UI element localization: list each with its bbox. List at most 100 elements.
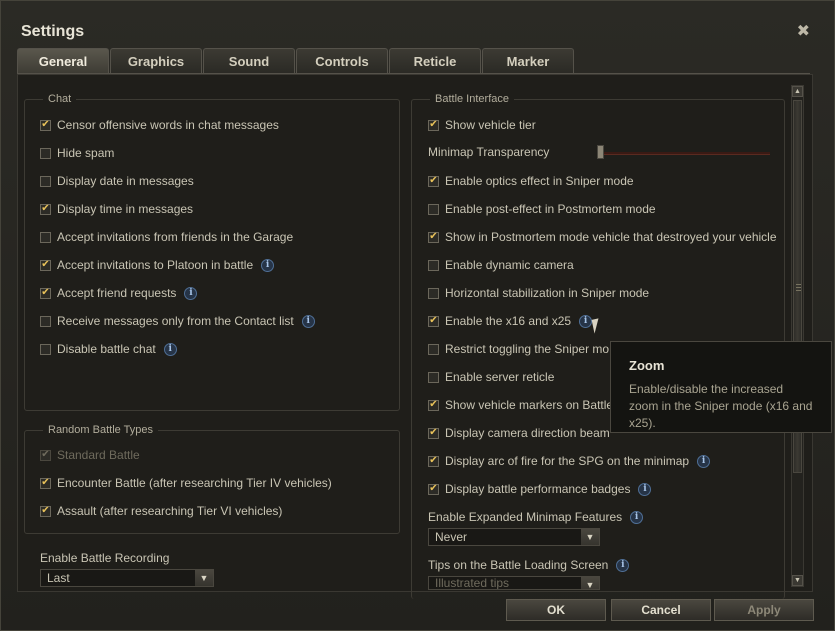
chat-option-disable-battle-chat[interactable]: Disable battle chat i bbox=[40, 341, 177, 357]
checkbox[interactable]: ✔ bbox=[428, 399, 439, 411]
checkbox[interactable] bbox=[40, 147, 51, 159]
bi-show-tier[interactable]: ✔ Show vehicle tier bbox=[428, 117, 536, 133]
info-icon[interactable]: i bbox=[579, 314, 593, 328]
chat-option-contact-only[interactable]: Receive messages only from the Contact l… bbox=[40, 313, 315, 329]
bi-optics-effect[interactable]: ✔ Enable optics effect in Sniper mode bbox=[428, 173, 634, 189]
option-label: Censor offensive words in chat messages bbox=[57, 118, 279, 132]
option-label: Display battle performance badges bbox=[445, 482, 631, 496]
option-label: Accept invitations to Platoon in battle bbox=[57, 258, 254, 272]
checkbox[interactable]: ✔ bbox=[428, 483, 439, 495]
recording-label: Enable Battle Recording bbox=[40, 551, 170, 565]
option-label: Accept invitations from friends in the G… bbox=[57, 230, 294, 244]
option-label: Enable server reticle bbox=[445, 370, 555, 384]
bi-restrict-sniper[interactable]: Restrict toggling the Sniper mo bbox=[428, 341, 609, 357]
info-icon[interactable]: i bbox=[638, 482, 652, 496]
slider-thumb[interactable] bbox=[597, 145, 604, 159]
checkbox[interactable] bbox=[428, 259, 439, 271]
option-label: Tips on the Battle Loading Screen bbox=[428, 558, 609, 572]
bi-dynamic-camera[interactable]: Enable dynamic camera bbox=[428, 257, 574, 273]
checkbox[interactable]: ✔ bbox=[428, 119, 439, 131]
checkbox[interactable]: ✔ bbox=[40, 477, 51, 489]
chat-option-date[interactable]: Display date in messages bbox=[40, 173, 194, 189]
chat-option-hide-spam[interactable]: Hide spam bbox=[40, 145, 114, 161]
checkbox[interactable] bbox=[40, 315, 51, 327]
recording-dropdown[interactable]: Last ▼ bbox=[40, 569, 214, 587]
bi-post-effect[interactable]: Enable post-effect in Postmortem mode bbox=[428, 201, 656, 217]
info-icon[interactable]: i bbox=[630, 510, 644, 524]
battle-type-encounter[interactable]: ✔ Encounter Battle (after researching Tie… bbox=[40, 475, 332, 491]
bi-show-killer[interactable]: ✔ Show in Postmortem mode vehicle that de… bbox=[428, 229, 777, 245]
bi-server-reticle[interactable]: Enable server reticle bbox=[428, 369, 554, 385]
checkbox: ✔ bbox=[40, 449, 51, 461]
checkbox[interactable] bbox=[428, 203, 439, 215]
chat-option-censor[interactable]: ✔ Censor offensive words in chat messages bbox=[40, 117, 279, 133]
tab-marker[interactable]: Marker bbox=[482, 48, 574, 73]
bi-camera-beam[interactable]: ✔ Display camera direction beam bbox=[428, 425, 610, 441]
battle-type-assault[interactable]: ✔ Assault (after researching Tier VI vehi… bbox=[40, 503, 282, 519]
option-label: Display camera direction beam bbox=[445, 426, 610, 440]
checkbox[interactable]: ✔ bbox=[428, 455, 439, 467]
apply-button[interactable]: Apply bbox=[714, 599, 814, 621]
cancel-button[interactable]: Cancel bbox=[611, 599, 711, 621]
info-icon[interactable]: i bbox=[163, 342, 177, 356]
bi-spg-arc[interactable]: ✔ Display arc of fire for the SPG on the … bbox=[428, 453, 711, 469]
grip-line bbox=[796, 287, 801, 288]
checkbox[interactable]: ✔ bbox=[40, 287, 51, 299]
expanded-minimap-dropdown[interactable]: Never ▼ bbox=[428, 528, 600, 546]
tab-graphics[interactable]: Graphics bbox=[110, 48, 202, 73]
checkbox[interactable]: ✔ bbox=[428, 315, 439, 327]
tips-label: Tips on the Battle Loading Screen i bbox=[428, 557, 630, 573]
tab-controls[interactable]: Controls bbox=[296, 48, 388, 73]
info-icon[interactable]: i bbox=[261, 258, 275, 272]
scroll-down-icon[interactable]: ▼ bbox=[792, 575, 803, 586]
bi-performance-badges[interactable]: ✔ Display battle performance badges i bbox=[428, 481, 652, 497]
checkbox[interactable]: ✔ bbox=[428, 427, 439, 439]
chevron-down-icon[interactable]: ▼ bbox=[195, 570, 213, 586]
bi-vehicle-markers[interactable]: ✔ Show vehicle markers on Battle bbox=[428, 397, 613, 413]
option-label: Display date in messages bbox=[57, 174, 194, 188]
chat-option-time[interactable]: ✔ Display time in messages bbox=[40, 201, 193, 217]
checkbox[interactable]: ✔ bbox=[428, 231, 439, 243]
option-label: Standard Battle bbox=[57, 448, 140, 462]
checkbox[interactable]: ✔ bbox=[40, 505, 51, 517]
bi-zoom-x16-x25[interactable]: ✔ Enable the x16 and x25 i bbox=[428, 313, 593, 329]
chat-option-garage-invites[interactable]: Accept invitations from friends in the G… bbox=[40, 229, 293, 245]
close-icon[interactable]: ✖ bbox=[797, 21, 810, 41]
checkbox[interactable] bbox=[428, 287, 439, 299]
minimap-transparency-slider[interactable] bbox=[598, 152, 770, 155]
window-title: Settings bbox=[21, 23, 85, 40]
option-label: Show vehicle tier bbox=[445, 118, 536, 132]
checkbox[interactable] bbox=[40, 343, 51, 355]
tab-general[interactable]: General bbox=[17, 48, 109, 73]
info-icon[interactable]: i bbox=[616, 558, 630, 572]
option-label: Hide spam bbox=[57, 146, 115, 160]
info-icon[interactable]: i bbox=[184, 286, 198, 300]
info-icon[interactable]: i bbox=[301, 314, 315, 328]
checkbox[interactable]: ✔ bbox=[40, 259, 51, 271]
tips-dropdown[interactable]: Illustrated tips ▼ bbox=[428, 576, 600, 590]
minimap-transparency-label: Minimap Transparency bbox=[428, 145, 550, 159]
chevron-down-icon[interactable]: ▼ bbox=[581, 577, 599, 589]
checkbox[interactable]: ✔ bbox=[40, 203, 51, 215]
option-label: Display time in messages bbox=[57, 202, 194, 216]
scroll-up-icon[interactable]: ▲ bbox=[792, 86, 803, 97]
option-label: Show vehicle markers on Battle bbox=[445, 398, 614, 412]
info-icon[interactable]: i bbox=[697, 454, 711, 468]
option-label: Enable post-effect in Postmortem mode bbox=[445, 202, 656, 216]
chat-option-friend-requests[interactable]: ✔ Accept friend requests i bbox=[40, 285, 198, 301]
bi-horizontal-stabilization[interactable]: Horizontal stabilization in Sniper mode bbox=[428, 285, 649, 301]
tab-reticle[interactable]: Reticle bbox=[389, 48, 481, 73]
checkbox[interactable]: ✔ bbox=[40, 119, 51, 131]
option-label: Horizontal stabilization in Sniper mode bbox=[445, 286, 650, 300]
ok-button[interactable]: OK bbox=[506, 599, 606, 621]
checkbox[interactable] bbox=[40, 175, 51, 187]
chevron-down-icon[interactable]: ▼ bbox=[581, 529, 599, 545]
checkbox[interactable]: ✔ bbox=[428, 175, 439, 187]
checkbox[interactable] bbox=[428, 343, 439, 355]
checkbox[interactable] bbox=[40, 231, 51, 243]
zoom-tooltip: Zoom Enable/disable the increased zoom i… bbox=[610, 341, 832, 433]
tab-sound[interactable]: Sound bbox=[203, 48, 295, 73]
chat-option-platoon-invites[interactable]: ✔ Accept invitations to Platoon in battle… bbox=[40, 257, 275, 273]
content-scrollbar[interactable]: ▲ ▼ bbox=[791, 85, 804, 587]
checkbox[interactable] bbox=[428, 371, 439, 383]
